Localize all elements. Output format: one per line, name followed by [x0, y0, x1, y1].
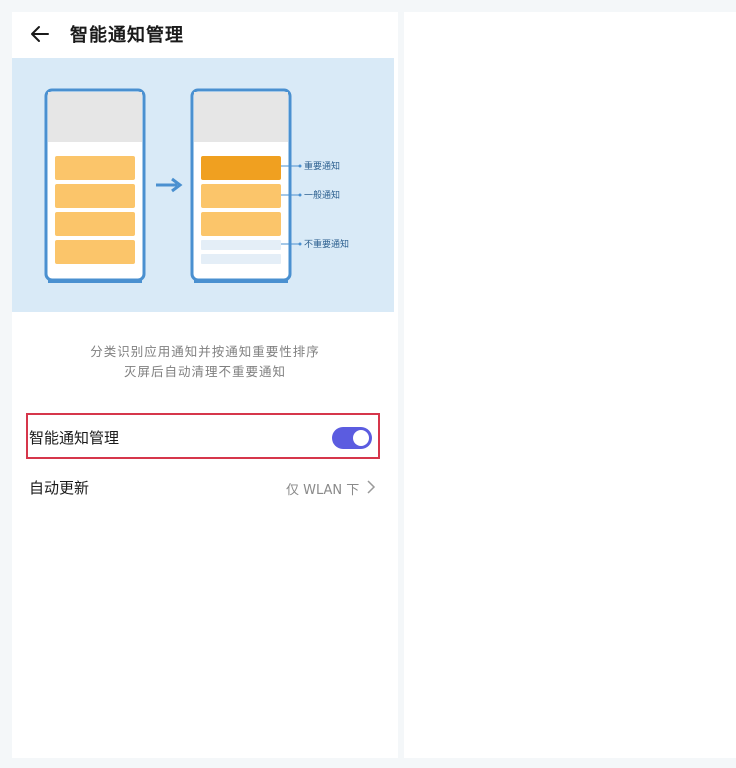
- unimportant-card: [201, 254, 281, 264]
- phone-right-statusarea: [194, 92, 288, 142]
- smart-notification-toggle[interactable]: [332, 427, 372, 449]
- auto-update-label: 自动更新: [29, 479, 90, 497]
- auto-update-row[interactable]: 自动更新 仅 WLAN 下: [12, 464, 398, 510]
- general-card: [201, 184, 281, 208]
- label-general: 一般通知: [304, 189, 340, 201]
- notification-card: [55, 240, 135, 264]
- notification-card: [55, 156, 135, 180]
- description-line-2: 灭屏后自动清理不重要通知: [123, 364, 286, 379]
- auto-update-value: 仅 WLAN 下: [286, 483, 360, 498]
- page-title: 智能通知管理: [70, 25, 184, 46]
- chevron-right-icon: [367, 480, 376, 494]
- description: 分类识别应用通知并按通知重要性排序 灭屏后自动清理不重要通知: [12, 342, 398, 382]
- phone-screen: 智能通知管理 重要通知 一般通知 不重要通知 分类识别应用通知并按通知重要性排序…: [12, 12, 410, 758]
- unimportant-card: [201, 240, 281, 250]
- label-important: 重要通知: [304, 160, 340, 172]
- blank-panel: [404, 12, 736, 758]
- arrow-left-icon[interactable]: [28, 22, 52, 46]
- important-card: [201, 156, 281, 180]
- header: 智能通知管理: [12, 12, 398, 56]
- notification-card: [55, 184, 135, 208]
- arrow-right-icon: [156, 177, 183, 193]
- description-line-1: 分类识别应用通知并按通知重要性排序: [90, 344, 320, 359]
- phone-left-statusarea: [48, 92, 142, 142]
- toggle-knob: [353, 430, 369, 446]
- general-card: [201, 212, 281, 236]
- notification-card: [55, 212, 135, 236]
- smart-notification-row[interactable]: 智能通知管理: [12, 414, 398, 460]
- label-unimportant: 不重要通知: [304, 238, 349, 250]
- illustration-graphic: 重要通知 一般通知 不重要通知: [44, 88, 349, 283]
- smart-notification-label: 智能通知管理: [29, 429, 120, 447]
- illustration: 重要通知 一般通知 不重要通知: [12, 58, 394, 312]
